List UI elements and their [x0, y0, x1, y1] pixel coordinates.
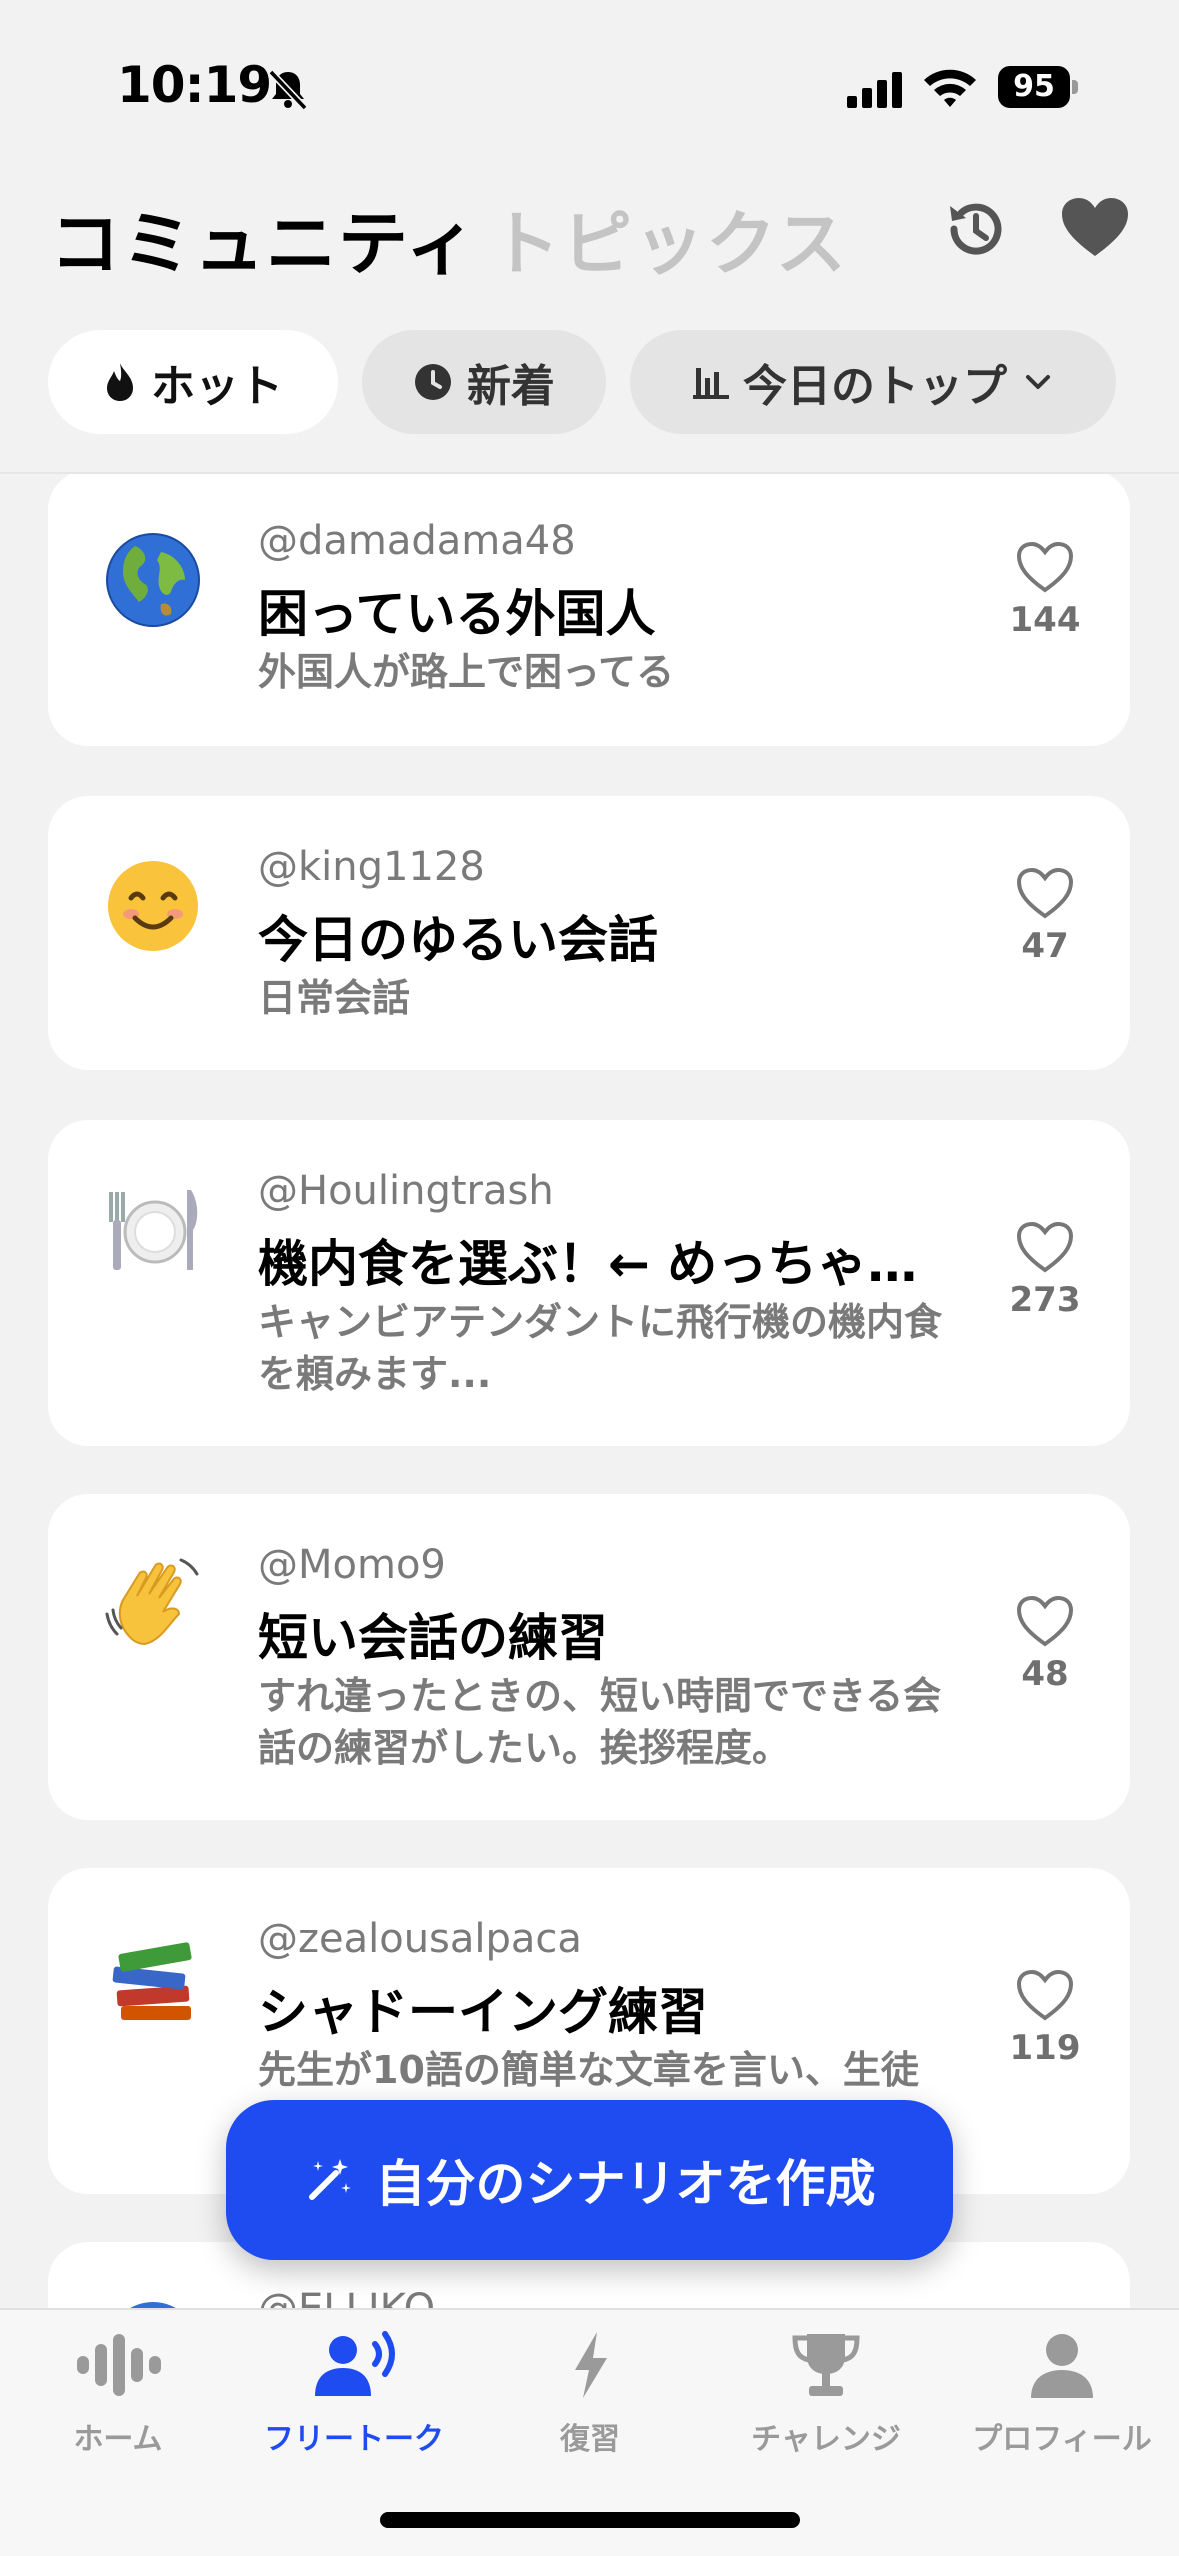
card-description: 日常会話	[258, 976, 411, 1020]
plate-cutlery-icon	[103, 1180, 203, 1280]
card-title: 困っている外国人	[258, 585, 656, 643]
waveform-icon	[77, 2334, 161, 2396]
card-title: 短い会話の練習	[258, 1609, 608, 1667]
favorites-heart-icon[interactable]	[1060, 196, 1130, 258]
tab-free-talk[interactable]: フリートーク	[236, 2330, 472, 2458]
card-description: 先生が10語の簡単な文章を言い、生徒	[258, 2048, 919, 2092]
trophy-icon	[792, 2334, 860, 2396]
tab-review-label: 復習	[560, 2422, 620, 2457]
card-description: キャンビアテンダントに飛行機の機内食を頼みます...	[258, 1300, 943, 1396]
tab-profile-label: プロフィール	[972, 2422, 1152, 2457]
battery-level: 95	[998, 66, 1070, 108]
like-count: 47	[1021, 926, 1069, 966]
like-button[interactable]: 48	[1000, 1594, 1090, 1694]
like-count: 119	[1009, 2028, 1081, 2068]
person-icon	[1031, 2334, 1093, 2398]
like-count: 273	[1009, 1280, 1081, 1320]
scenario-list[interactable]: @damadama48 困っている外国人 外国人が路上で困ってる 144 @ki…	[0, 474, 1179, 2308]
scenario-card[interactable]: @Houlingtrash 機内食を選ぶ！← めっちゃ… キャンビアテンダントに…	[48, 1120, 1130, 1446]
card-title: シャドーイング練習	[258, 1983, 708, 2041]
tab-home-label: ホーム	[73, 2422, 163, 2457]
waving-hand-icon	[103, 1554, 203, 1654]
bolt-icon	[575, 2332, 607, 2398]
filter-top-dropdown[interactable]: 今日のトップ	[630, 330, 1116, 434]
filter-bar: ホット 新着 今日のトップ	[0, 330, 1179, 436]
like-count: 144	[1009, 600, 1081, 640]
signal-icon	[847, 72, 902, 108]
wifi-icon	[924, 69, 976, 107]
heart-outline-icon	[1016, 1595, 1074, 1647]
scenario-card[interactable]: @Momo9 短い会話の練習 すれ違ったときの、短い時間でできる会話の練習がした…	[48, 1494, 1130, 1820]
tab-home[interactable]: ホーム	[0, 2330, 236, 2458]
like-count: 48	[1021, 1654, 1069, 1694]
battery-tip	[1072, 80, 1078, 94]
tab-profile[interactable]: プロフィール	[944, 2330, 1179, 2458]
bar-chart-icon	[693, 368, 729, 399]
tab-community[interactable]: コミュニティ	[50, 188, 478, 289]
person-speaking-icon	[315, 2331, 395, 2396]
tab-topics[interactable]: トピックス	[490, 188, 848, 289]
heart-outline-icon	[1016, 1969, 1074, 2021]
card-username[interactable]: @Momo9	[258, 1542, 446, 1588]
create-scenario-label: 自分のシナリオを作成	[375, 2155, 876, 2213]
bell-slash-icon	[268, 69, 308, 111]
clock-icon	[415, 364, 451, 400]
card-description: 外国人が路上で困ってる	[258, 650, 675, 694]
card-title: 今日のゆるい会話	[258, 911, 658, 969]
tab-review[interactable]: 復習	[472, 2330, 708, 2458]
smiling-face-icon	[103, 856, 203, 956]
status-bar: 10:19 95	[0, 0, 1179, 150]
like-button[interactable]: 119	[1000, 1968, 1090, 2068]
tab-challenge-label: チャレンジ	[751, 2422, 901, 2457]
status-time: 10:19	[117, 56, 272, 114]
filter-hot-label: ホット	[151, 361, 283, 412]
tab-free-talk-label: フリートーク	[264, 2422, 444, 2457]
chevron-down-icon	[1026, 375, 1050, 389]
card-username[interactable]: @Houlingtrash	[258, 1168, 554, 1214]
heart-outline-icon	[1016, 867, 1074, 919]
card-username[interactable]: @damadama48	[258, 518, 576, 564]
like-button[interactable]: 47	[1000, 866, 1090, 966]
card-username[interactable]: @zealousalpaca	[258, 1916, 582, 1962]
books-icon	[103, 1928, 203, 2028]
history-icon[interactable]	[940, 194, 1010, 264]
like-button[interactable]: 144	[1000, 540, 1090, 640]
globe-icon	[103, 530, 203, 630]
filter-hot-chip[interactable]: ホット	[48, 330, 338, 434]
header: コミュニティ トピックス	[0, 180, 1179, 285]
tab-challenge[interactable]: チャレンジ	[708, 2330, 944, 2458]
card-title: 機内食を選ぶ！← めっちゃ…	[258, 1235, 918, 1293]
magic-wand-icon	[308, 2159, 351, 2200]
home-indicator[interactable]	[380, 2512, 800, 2528]
filter-new-label: 新着	[467, 361, 555, 412]
card-username[interactable]: @king1128	[258, 844, 485, 890]
create-scenario-button[interactable]: 自分のシナリオを作成	[226, 2100, 953, 2260]
heart-outline-icon	[1016, 541, 1074, 593]
flame-icon	[107, 363, 133, 401]
battery-indicator: 95	[998, 66, 1078, 108]
filter-new-chip[interactable]: 新着	[362, 330, 606, 434]
filter-top-label: 今日のトップ	[743, 361, 1007, 412]
card-username[interactable]: @ELLIKO	[258, 2286, 435, 2308]
scenario-card[interactable]: @damadama48 困っている外国人 外国人が路上で困ってる 144	[48, 474, 1130, 746]
card-description: すれ違ったときの、短い時間でできる会話の練習がしたい。挨拶程度。	[258, 1674, 942, 1770]
globe-icon	[103, 2298, 203, 2308]
heart-outline-icon	[1016, 1221, 1074, 1273]
like-button[interactable]: 273	[1000, 1220, 1090, 1320]
scenario-card[interactable]: @king1128 今日のゆるい会話 日常会話 47	[48, 796, 1130, 1070]
